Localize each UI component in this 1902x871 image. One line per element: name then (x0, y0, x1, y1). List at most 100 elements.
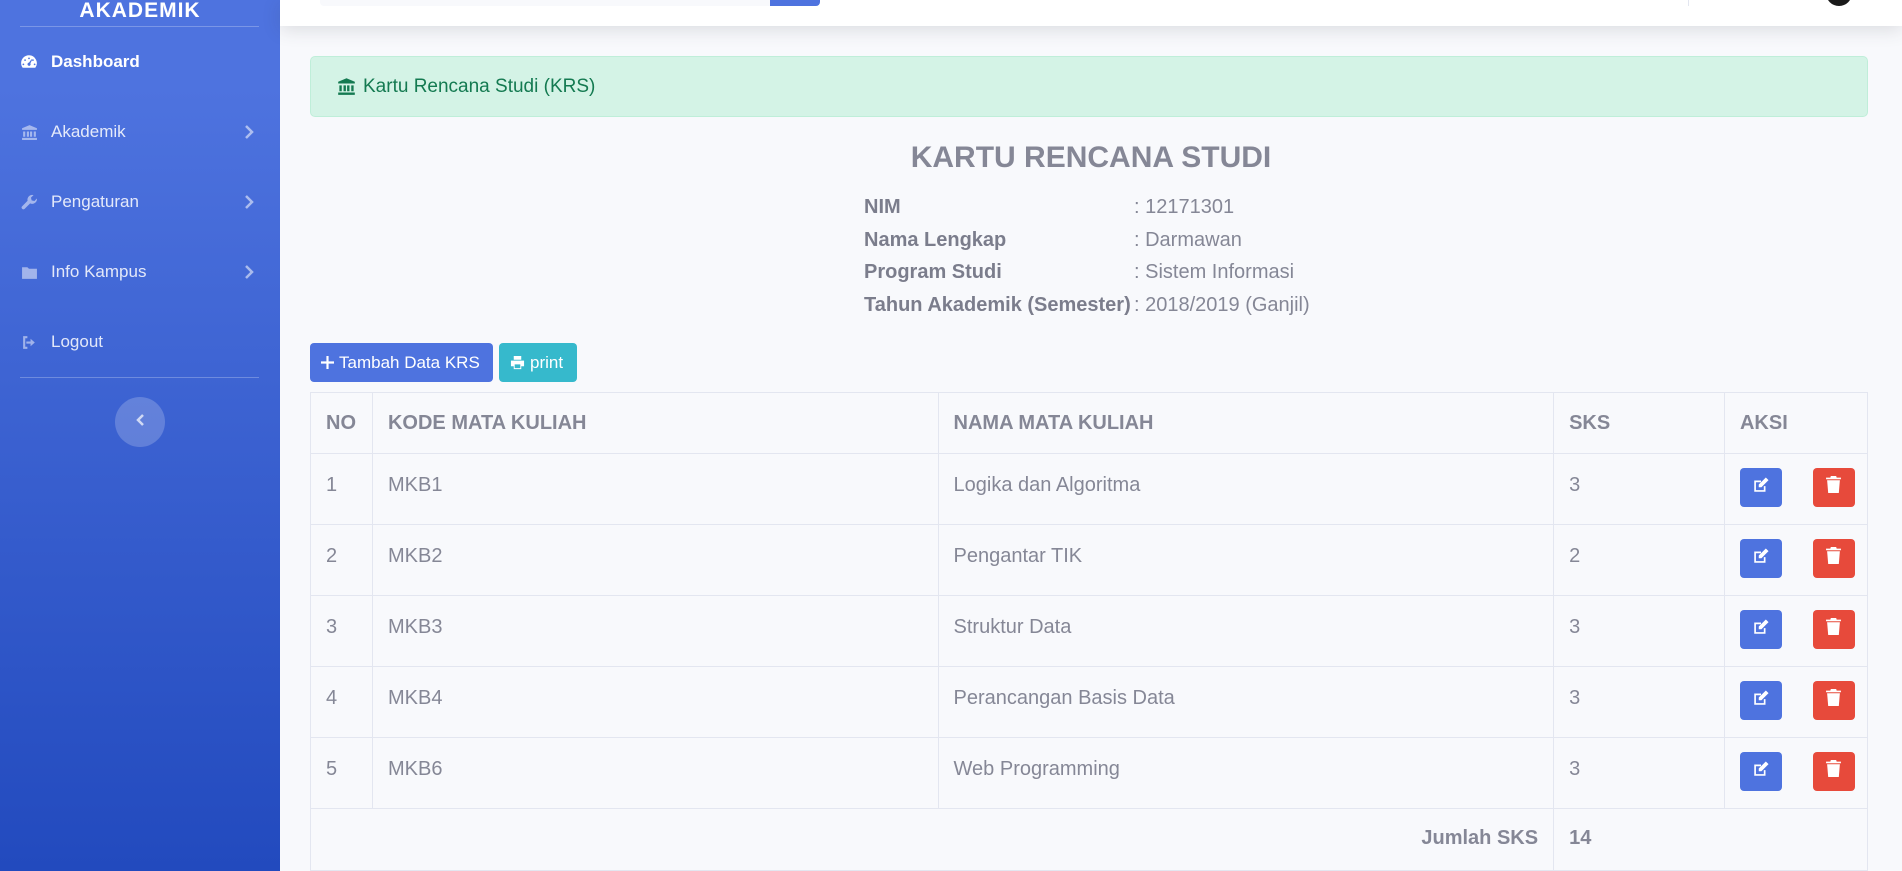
chevron-right-icon (244, 264, 254, 280)
search-input[interactable] (320, 0, 770, 6)
cell-sks: 3 (1553, 666, 1725, 738)
sidebar-divider (20, 26, 259, 27)
sidebar-item-label: Pengaturan (51, 192, 139, 211)
page-title: KARTU RENCANA STUDI (910, 141, 1272, 174)
info-row-nama: Nama Lengkap : Darmawan (864, 229, 1310, 262)
cell-kode: MKB2 (371, 524, 939, 596)
delete-button[interactable] (1812, 539, 1855, 578)
sidebar-divider (20, 377, 259, 378)
topbar (280, 0, 1902, 26)
university-icon (20, 123, 38, 141)
table-row: 2 MKB2 Pengantar TIK 2 (310, 524, 1869, 596)
cell-kode: MKB3 (371, 595, 939, 667)
page-heading-alert: Kartu Rencana Studi (KRS) (310, 56, 1868, 117)
alert-text: Kartu Rencana Studi (KRS) (363, 75, 596, 97)
cell-nama: Pengantar TIK (937, 524, 1555, 596)
header-no: NO (310, 392, 373, 454)
cell-nama: Logika dan Algoritma (937, 453, 1555, 525)
sidebar-item-dashboard[interactable]: Dashboard (0, 42, 280, 82)
edit-icon (1752, 618, 1770, 642)
sidebar-item-label: Dashboard (51, 52, 140, 71)
info-label: Tahun Akademik (Semester) (864, 293, 1131, 316)
edit-button[interactable] (1739, 681, 1782, 720)
cell-no: 5 (310, 737, 373, 809)
total-label: Jumlah SKS (309, 808, 1555, 871)
edit-icon (1752, 760, 1770, 784)
sidebar: AKADEMIK Dashboard Akademik Pengaturan I… (0, 0, 280, 871)
edit-button[interactable] (1739, 752, 1782, 791)
sidebar-item-label: Akademik (51, 122, 126, 141)
sidebar-item-logout[interactable]: Logout (0, 322, 280, 362)
trash-icon (1826, 476, 1842, 499)
cell-nama: Web Programming (937, 737, 1555, 809)
header-nama: NAMA MATA KULIAH (937, 392, 1555, 454)
sidebar-brand[interactable]: AKADEMIK (0, 0, 280, 26)
cell-sks: 3 (1553, 453, 1725, 525)
cell-kode: MKB6 (371, 737, 939, 809)
info-value: : 12171301 (1134, 196, 1235, 218)
trash-icon (1826, 760, 1842, 783)
info-label: NIM (864, 196, 901, 218)
edit-button[interactable] (1739, 610, 1782, 649)
cell-sks: 3 (1553, 737, 1725, 809)
cell-aksi (1723, 453, 1869, 525)
table-header-row: NO KODE MATA KULIAH NAMA MATA KULIAH SKS… (310, 392, 1869, 454)
sidebar-item-label: Logout (51, 332, 103, 351)
info-value: : Darmawan (1134, 228, 1242, 251)
cell-aksi (1723, 666, 1869, 738)
cell-sks: 2 (1553, 524, 1725, 596)
sidebar-item-label: Info Kampus (51, 262, 147, 281)
delete-button[interactable] (1812, 752, 1855, 791)
print-button[interactable]: print (499, 343, 577, 382)
total-row: Jumlah SKS 14 (309, 808, 1868, 871)
header-aksi: AKSI (1723, 392, 1869, 454)
cell-nama: Struktur Data (937, 595, 1555, 667)
cell-no: 3 (310, 595, 373, 667)
krs-table: NO KODE MATA KULIAH NAMA MATA KULIAH SKS… (309, 392, 1869, 871)
total-value: 14 (1553, 808, 1868, 871)
header-sks: SKS (1553, 392, 1725, 454)
university-icon (337, 77, 357, 97)
table-row: 4 MKB4 Perancangan Basis Data 3 (310, 666, 1869, 738)
trash-icon (1826, 689, 1842, 712)
info-value: : Sistem Informasi (1134, 261, 1295, 283)
edit-button[interactable] (1739, 539, 1782, 578)
cell-aksi (1723, 595, 1869, 667)
chevron-right-icon (244, 194, 254, 210)
edit-icon (1752, 476, 1770, 500)
cell-sks: 3 (1553, 595, 1725, 667)
add-krs-label: Tambah Data KRS (339, 352, 480, 372)
info-row-prodi: Program Studi : Sistem Informasi (864, 261, 1310, 294)
sidebar-item-pengaturan[interactable]: Pengaturan (0, 182, 280, 222)
info-label: Nama Lengkap (864, 228, 1007, 251)
edit-button[interactable] (1739, 468, 1782, 507)
info-label: Program Studi (864, 261, 1002, 283)
cell-kode: MKB4 (371, 666, 939, 738)
sidebar-toggle-button[interactable] (115, 397, 165, 447)
table-row: 5 MKB6 Web Programming 3 (310, 737, 1869, 809)
add-krs-button[interactable]: Tambah Data KRS (310, 343, 493, 382)
chevron-right-icon (244, 124, 254, 140)
sidebar-item-akademik[interactable]: Akademik (0, 112, 280, 152)
avatar[interactable] (1826, 0, 1852, 6)
cell-no: 4 (310, 666, 373, 738)
cell-no: 2 (310, 524, 373, 596)
plus-icon (321, 356, 334, 369)
cell-aksi (1723, 737, 1869, 809)
folder-icon (20, 263, 38, 281)
table-row: 1 MKB1 Logika dan Algoritma 3 (310, 453, 1869, 525)
cell-nama: Perancangan Basis Data (937, 666, 1555, 738)
student-info: NIM : 12171301 Nama Lengkap : Darmawan P… (864, 196, 1310, 326)
info-row-tahun: Tahun Akademik (Semester) : 2018/2019 (G… (864, 294, 1310, 327)
delete-button[interactable] (1812, 681, 1855, 720)
trash-icon (1826, 618, 1842, 641)
header-kode: KODE MATA KULIAH (371, 392, 939, 454)
delete-button[interactable] (1812, 610, 1855, 649)
delete-button[interactable] (1812, 468, 1855, 507)
search-button[interactable] (770, 0, 820, 6)
chevron-left-icon (135, 413, 145, 432)
sidebar-item-info-kampus[interactable]: Info Kampus (0, 252, 280, 292)
edit-icon (1752, 547, 1770, 571)
table-row: 3 MKB3 Struktur Data 3 (310, 595, 1869, 667)
print-label: print (530, 352, 564, 372)
